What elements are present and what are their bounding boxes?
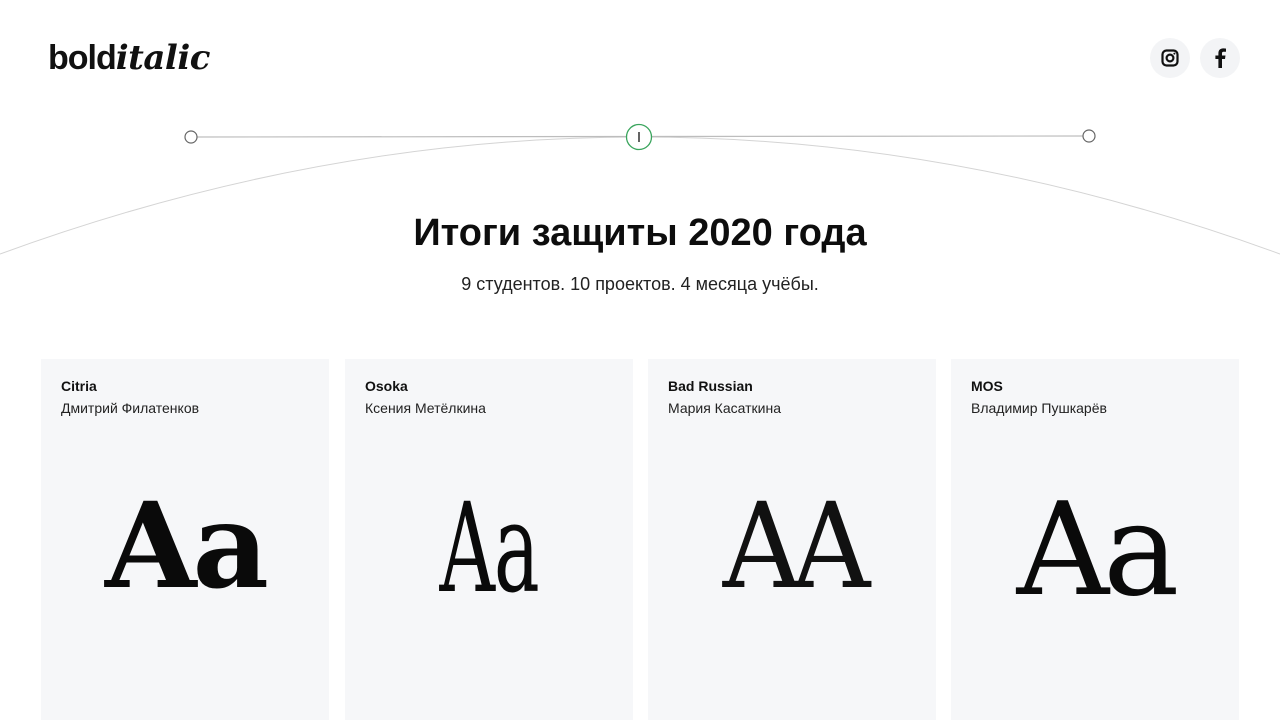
project-author: Мария Касаткина [668,400,781,416]
project-author: Владимир Пушкарёв [971,400,1107,416]
project-name: Citria [61,378,97,394]
logo-italic: italic [115,38,211,78]
project-name: Bad Russian [668,378,753,394]
logo-bold: bold [48,39,117,77]
project-author: Ксения Метёлкина [365,400,486,416]
timeline-point-1[interactable] [184,130,198,144]
facebook-button[interactable] [1200,38,1240,78]
facebook-icon [1215,48,1226,68]
page-title: Итоги защиты 2020 года [413,212,867,254]
project-card-osoka[interactable]: Osoka Ксения Метёлкина Aa [345,359,633,720]
font-sample: Aa [1016,476,1180,625]
project-name: Osoka [365,378,408,394]
logo[interactable]: bolditalic [48,38,210,78]
project-name: MOS [971,378,1003,394]
project-author: Дмитрий Филатенков [61,400,200,416]
project-card-bad-russian[interactable]: Bad Russian Мария Касаткина AA [648,359,936,720]
timeline-point-2-active[interactable] [625,123,653,151]
font-sample: Aa [439,477,540,621]
font-sample: Aa [104,476,269,615]
timeline-point-3[interactable] [1082,129,1096,143]
instagram-icon [1161,49,1179,67]
font-sample: AA [722,477,871,615]
instagram-button[interactable] [1150,38,1190,78]
page-subtitle: 9 студентов. 10 проектов. 4 месяца учёбы… [461,274,819,294]
project-card-mos[interactable]: MOS Владимир Пушкарёв Aa [951,359,1239,720]
project-card-citria[interactable]: Citria Дмитрий Филатенков Aa [41,359,329,720]
